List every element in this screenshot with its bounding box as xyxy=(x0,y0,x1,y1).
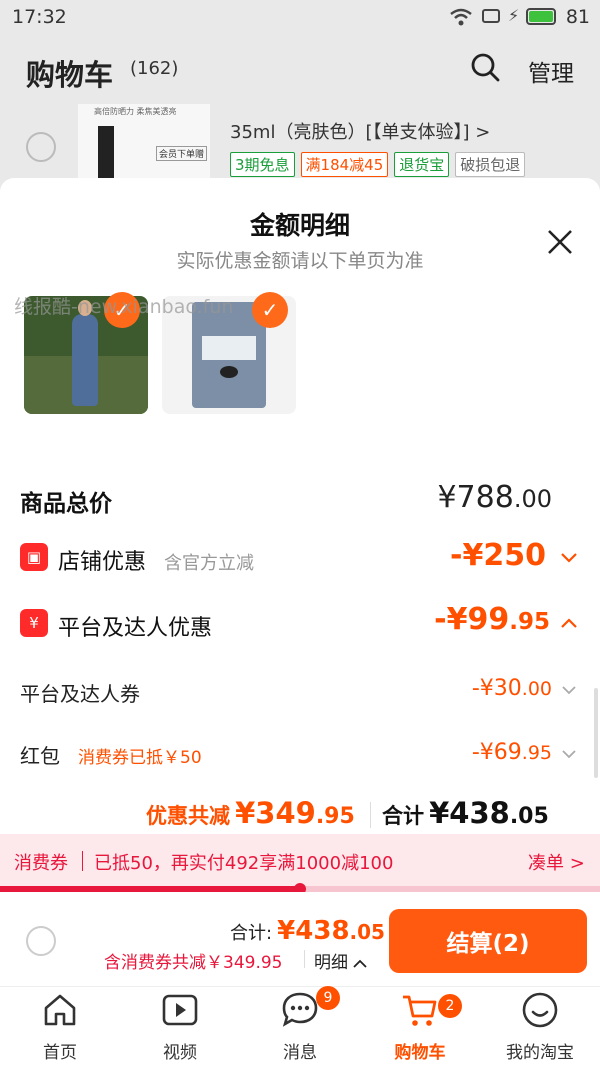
redpack-note: 消费券已抵￥50 xyxy=(78,748,202,768)
tab-home[interactable]: 首页 xyxy=(20,990,100,1063)
thumb-caption: 高倍防晒力 柔焦美透亮 xyxy=(94,107,177,116)
total-label: 商品总价 xyxy=(20,491,112,517)
detail-toggle-label: 明细 xyxy=(314,953,348,973)
shop-discount-amount[interactable]: -¥250 xyxy=(450,538,546,573)
chevron-down-icon[interactable] xyxy=(560,551,578,565)
platform-discount-main: -¥99 xyxy=(434,602,510,637)
discount-summary: 优惠共减 ¥349.95 xyxy=(146,796,355,830)
cart-count: (162) xyxy=(130,58,179,79)
close-icon[interactable] xyxy=(546,228,574,256)
summary-divider xyxy=(370,802,371,828)
redpack-amount-decimal: .95 xyxy=(521,742,552,764)
coupon-amount[interactable]: -¥30.00 xyxy=(472,676,552,701)
checkout-sum-decimal: .05 xyxy=(349,920,385,944)
checkout-sum-main: ¥438 xyxy=(277,916,350,946)
select-all-radio[interactable] xyxy=(26,926,56,956)
shop-icon: ▣ xyxy=(20,543,48,571)
discount-summary-decimal: .95 xyxy=(315,804,355,829)
detail-toggle[interactable]: 明细 xyxy=(314,948,368,973)
platform-discount-icon: ¥ xyxy=(20,609,48,637)
home-icon xyxy=(44,994,76,1026)
total-amount: ¥788.00 xyxy=(437,480,552,515)
message-icon xyxy=(282,992,318,1027)
item-select-radio[interactable] xyxy=(26,132,56,162)
message-badge: 9 xyxy=(316,986,340,1010)
total-amount-decimal: .00 xyxy=(513,485,552,513)
tab-profile[interactable]: 我的淘宝 xyxy=(500,990,580,1063)
checkout-bar: 合计: ¥438.05 含消费券共减￥349.95 明细 结算(2) xyxy=(0,892,600,986)
chevron-down-icon[interactable] xyxy=(562,748,576,760)
voucher-divider xyxy=(82,851,83,871)
tab-home-label: 首页 xyxy=(43,1043,77,1063)
coupon-label: 平台及达人券 xyxy=(20,682,140,706)
voucher-bar[interactable]: 消费券 已抵50，再实付492享满1000减100 凑单 > xyxy=(0,834,600,888)
shop-discount-label[interactable]: 店铺优惠 xyxy=(58,544,146,576)
tag-damage-return: 破损包退 xyxy=(455,152,526,177)
tab-cart-label: 购物车 xyxy=(394,1043,446,1063)
product-bottle-image xyxy=(98,126,114,184)
tab-messages-label: 消息 xyxy=(283,1043,317,1063)
scrollbar[interactable] xyxy=(594,688,598,778)
redpack-amount-main: -¥69 xyxy=(471,740,522,765)
platform-discount-decimal: .95 xyxy=(509,609,550,635)
discount-summary-main: ¥349 xyxy=(235,796,316,830)
sheet-title: 金额明细 xyxy=(249,211,350,240)
sum-summary-label: 合计 xyxy=(382,804,424,828)
screen-icon xyxy=(482,9,500,23)
sheet-subtitle: 实际优惠金额请以下单页为准 xyxy=(176,250,424,272)
video-icon xyxy=(162,994,198,1026)
coupon-amount-main: -¥30 xyxy=(471,676,522,701)
platform-discount-label[interactable]: 平台及达人优惠 xyxy=(58,610,212,642)
page-title: 购物车 xyxy=(26,58,114,92)
coupon-amount-decimal: .00 xyxy=(521,678,552,700)
tab-cart[interactable]: 购物车 2 xyxy=(380,990,462,1063)
thumb-badge: 会员下单赠 xyxy=(156,146,208,161)
manage-button[interactable]: 管理 xyxy=(528,54,574,88)
checkout-sum-label: 合计: xyxy=(230,923,273,944)
shop-discount-note: 含官方立减 xyxy=(164,553,254,574)
battery-icon xyxy=(526,8,556,25)
redpack-label: 红包 xyxy=(20,744,60,768)
product-tags: 3期免息 满184减45 退货宝 破损包退 xyxy=(230,152,531,177)
chevron-up-icon xyxy=(353,959,368,968)
tag-return-insurance: 退货宝 xyxy=(394,152,450,177)
sum-summary: 合计 ¥438.05 xyxy=(382,796,549,830)
voucher-text: 已抵50，再实付492享满1000减100 xyxy=(94,853,394,874)
charging-icon: ⚡ xyxy=(508,6,520,25)
tag-installment: 3期免息 xyxy=(230,152,295,177)
tab-video[interactable]: 视频 xyxy=(140,990,220,1063)
status-bar: 17:32 ⚡ 81 xyxy=(0,0,600,34)
redpack-amount[interactable]: -¥69.95 xyxy=(472,740,552,765)
discount-summary-label: 优惠共减 xyxy=(146,804,230,828)
total-amount-main: ¥788 xyxy=(437,480,514,515)
sum-summary-main: ¥438 xyxy=(429,796,510,830)
sum-summary-decimal: .05 xyxy=(509,804,549,829)
checkout-button[interactable]: 结算(2) xyxy=(389,909,587,973)
platform-discount-amount[interactable]: -¥99.95 xyxy=(434,602,550,637)
checkout-divider xyxy=(304,950,305,968)
profile-icon xyxy=(522,992,558,1028)
search-icon[interactable] xyxy=(470,52,500,82)
voucher-action-link[interactable]: 凑单 > xyxy=(528,849,585,875)
chevron-down-icon[interactable] xyxy=(562,684,576,696)
battery-level: 81 xyxy=(565,6,590,28)
selected-check-icon[interactable]: ✓ xyxy=(252,292,288,328)
voucher-tag: 消费券 xyxy=(14,853,68,874)
cart-header: 购物车 (162) 管理 xyxy=(0,34,600,106)
cart-item-background: 高倍防晒力 柔焦美透亮 会员下单赠 35ml（亮肤色）[【单支体验】] > 3期… xyxy=(0,100,600,190)
chevron-up-icon[interactable] xyxy=(560,616,578,630)
checkout-discount-text: 含消费券共减￥349.95 xyxy=(104,953,283,973)
cart-badge: 2 xyxy=(438,994,462,1018)
tab-profile-label: 我的淘宝 xyxy=(506,1043,574,1063)
checkout-sum: 合计: ¥438.05 xyxy=(230,916,385,946)
tab-messages[interactable]: 消息 9 xyxy=(260,986,340,1063)
status-time: 17:32 xyxy=(12,6,67,28)
product-thumbnail[interactable]: 高倍防晒力 柔焦美透亮 会员下单赠 xyxy=(78,104,210,184)
cart-icon xyxy=(403,995,437,1026)
tab-video-label: 视频 xyxy=(163,1043,197,1063)
product-sku[interactable]: 35ml（亮肤色）[【单支体验】] > xyxy=(230,118,490,144)
wifi-icon xyxy=(450,8,472,26)
watermark: 线报酷-new.xianbao.fun xyxy=(14,296,234,318)
tag-discount: 满184减45 xyxy=(300,152,389,177)
